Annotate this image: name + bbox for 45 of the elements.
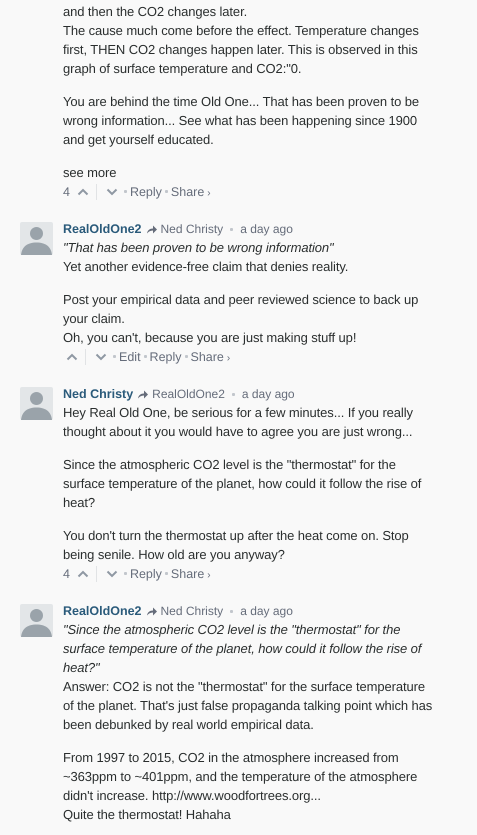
reply-to-name[interactable]: RealOldOne2: [152, 387, 225, 401]
action-link[interactable]: Reply: [130, 566, 162, 580]
action-link[interactable]: Reply: [150, 350, 182, 364]
comment-text: Since the atmospheric CO2 level is the "thermostat" for the surface temperature of the planet, how could it follow the rise of heat?: [63, 456, 422, 512]
comment-text: Hey Real Old One, be serious for a few minutes... If you really thought about it you would have to agree you are just wrong...: [63, 404, 414, 441]
upvote-icon[interactable]: [76, 570, 89, 578]
vote-count: 4: [63, 184, 70, 198]
reply-to-name[interactable]: Ned Christy: [160, 604, 224, 618]
downvote-icon[interactable]: [95, 352, 107, 360]
comment-text: The cause much come before the effect. Temperature changes first, THEN CO2 changes happen later. This is observed in this graph of surface temperature and CO2:"0.: [63, 22, 420, 78]
see-more-link[interactable]: see more: [63, 163, 435, 182]
timestamp[interactable]: a day ago: [242, 387, 295, 401]
action-link[interactable]: Share ›: [190, 350, 230, 364]
action-link[interactable]: Share ›: [170, 566, 211, 580]
avatar[interactable]: [20, 604, 53, 637]
downvote-icon[interactable]: [106, 570, 118, 578]
comment-text: and then the CO2 changes later.: [63, 3, 248, 21]
reply-arrow-icon: [146, 606, 156, 616]
reply-to-name[interactable]: Ned Christy: [160, 222, 224, 236]
comment-text: Post your empirical data and peer reviewed science to back up your claim.: [63, 291, 420, 328]
comment-text: Answer: CO2 is not the "thermostat" for the surface temperature of the planet. That's just false propaganda talking point which has been debunked by real world empirical data.: [63, 678, 434, 734]
downvote-icon[interactable]: [106, 188, 118, 196]
action-link[interactable]: Reply: [130, 184, 162, 198]
avatar[interactable]: [20, 387, 53, 420]
quoted-text: "Since the atmospheric CO2 level is the "thermostat" for the surface temperature of the planet, how could it follow the rise of heat?": [63, 621, 424, 677]
action-link[interactable]: Share ›: [170, 184, 211, 198]
comment-text: You don't turn the thermostat up after the heat come on. Stop being senile. How old are you anyway?: [63, 527, 410, 564]
author-name[interactable]: Ned Christy: [63, 387, 134, 401]
comment-text: Yet another evidence-free claim that denies reality.: [63, 258, 350, 276]
quoted-text: "That has been proven to be wrong information": [63, 239, 335, 257]
reply-arrow-icon: [137, 390, 148, 398]
avatar[interactable]: [20, 222, 53, 255]
comment-text: Oh, you can't, because you are just making stuff up!: [63, 329, 358, 347]
upvote-icon[interactable]: [76, 188, 89, 196]
vote-count: 4: [63, 566, 70, 580]
author-name[interactable]: RealOldOne2: [63, 222, 142, 236]
timestamp[interactable]: a day ago: [240, 604, 293, 618]
reply-arrow-icon: [146, 224, 156, 234]
comment-text: You are behind the time Old One... That has been proven to be wrong information... See what has been happening since 1900 and get yourself educated.: [63, 93, 420, 149]
comment-text: From 1997 to 2015, CO2 in the atmosphere increased from ~363ppm to ~401ppm, and the temperature of the atmosphere didn't increase. http://www.woodfortrees.org...: [63, 749, 418, 805]
author-name[interactable]: RealOldOne2: [63, 604, 142, 618]
action-link[interactable]: Edit: [119, 350, 141, 364]
comment-text: Quite the thermostat! Hahaha: [63, 806, 232, 824]
upvote-icon[interactable]: [66, 352, 78, 360]
timestamp[interactable]: a day ago: [240, 222, 293, 236]
